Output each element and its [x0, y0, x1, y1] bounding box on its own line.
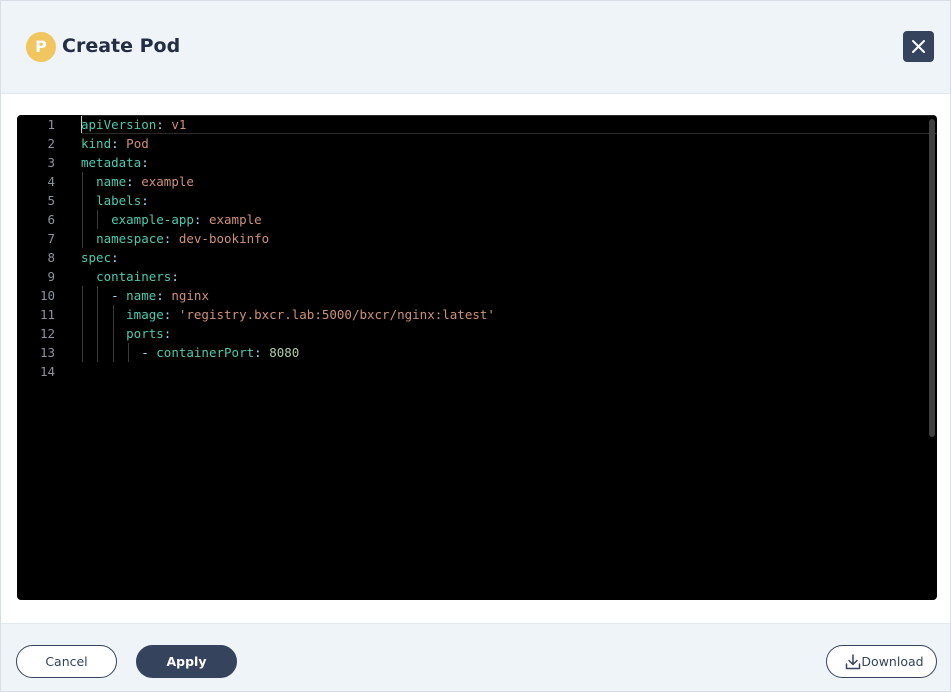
code-line[interactable]: apiVersion: v1	[81, 115, 186, 134]
code-token: name	[126, 288, 157, 303]
code-line[interactable]: ports:	[81, 324, 171, 343]
code-line[interactable]: - containerPort: 8080	[81, 343, 299, 362]
code-token: :	[254, 345, 270, 360]
code-token: :	[163, 326, 172, 341]
pod-icon: P	[26, 32, 56, 62]
code-token: apiVersion	[81, 117, 157, 132]
code-token: example-app	[111, 212, 194, 227]
code-token: containers	[96, 269, 172, 284]
line-number: 1	[47, 117, 55, 132]
download-icon	[845, 654, 861, 670]
close-button[interactable]	[903, 31, 934, 62]
code-content[interactable]: apiVersion: v1 kind: Pod metadata: name: e…	[81, 115, 927, 600]
code-token: :	[111, 136, 127, 151]
line-number: 3	[47, 155, 55, 170]
code-token: Pod	[126, 136, 149, 151]
code-token: dev-bookinfo	[178, 231, 270, 246]
code-token: 8080	[269, 345, 300, 360]
code-token: containerPort	[156, 345, 255, 360]
line-number: 4	[47, 174, 55, 189]
line-number: 2	[47, 136, 55, 151]
line-number: 5	[47, 193, 55, 208]
code-token: v1	[171, 117, 187, 132]
close-icon	[912, 40, 925, 53]
code-line[interactable]: image: 'registry.bxcr.lab:5000/bxcr/ngin…	[81, 305, 495, 324]
download-button[interactable]: Download	[826, 645, 937, 678]
line-number: 11	[39, 307, 55, 322]
code-token: :	[156, 288, 172, 303]
code-token: kind	[81, 136, 112, 151]
code-line[interactable]: name: example	[81, 172, 194, 191]
code-line[interactable]: containers:	[81, 267, 179, 286]
code-line[interactable]: example-app: example	[81, 210, 262, 229]
line-number: 7	[47, 231, 55, 246]
line-number: 12	[39, 326, 55, 341]
line-number: 8	[47, 250, 55, 265]
code-token: :	[126, 174, 142, 189]
code-line[interactable]: - name: nginx	[81, 286, 209, 305]
code-token: 'registry.bxcr.lab:5000/bxcr/nginx:lates…	[178, 307, 495, 322]
code-token: example	[141, 174, 194, 189]
code-token: name	[96, 174, 127, 189]
code-token: :	[193, 212, 209, 227]
apply-button[interactable]: Apply	[136, 645, 237, 678]
code-token: :	[156, 117, 172, 132]
code-line[interactable]: metadata:	[81, 153, 149, 172]
code-token: :	[141, 193, 149, 208]
create-pod-modal: P Create Pod 1 2 3 4 5 6 7 8 9 10 11 12 13 14 apiVers…	[0, 0, 951, 692]
code-line[interactable]: labels:	[81, 191, 149, 210]
download-label: Download	[861, 654, 924, 669]
line-number: 10	[39, 288, 55, 303]
line-number: 6	[47, 212, 55, 227]
code-token: metadata	[81, 155, 142, 170]
code-line[interactable]: spec:	[81, 248, 119, 267]
modal-header: P Create Pod	[1, 1, 950, 94]
code-token: :	[141, 155, 149, 170]
code-token: :	[163, 307, 179, 322]
code-token: :	[163, 231, 179, 246]
editor-scrollbar[interactable]	[929, 119, 935, 437]
code-token: ports	[126, 326, 164, 341]
line-number-gutter: 1 2 3 4 5 6 7 8 9 10 11 12 13 14	[17, 115, 73, 600]
code-line[interactable]: kind: Pod	[81, 134, 149, 153]
code-token: spec	[81, 250, 112, 265]
code-token: nginx	[171, 288, 209, 303]
line-number: 9	[47, 269, 55, 284]
code-token: -	[141, 345, 157, 360]
code-token: example	[208, 212, 262, 227]
code-token: -	[111, 288, 127, 303]
modal-title: Create Pod	[62, 35, 181, 57]
code-token: :	[171, 269, 179, 284]
code-token: namespace	[96, 231, 164, 246]
code-line[interactable]: namespace: dev-bookinfo	[81, 229, 269, 248]
code-token: labels	[96, 193, 142, 208]
code-token: image	[126, 307, 164, 322]
line-number: 14	[39, 364, 55, 379]
yaml-code-editor[interactable]: 1 2 3 4 5 6 7 8 9 10 11 12 13 14 apiVersion: v1 kind: …	[17, 115, 937, 600]
cancel-button[interactable]: Cancel	[16, 645, 117, 678]
modal-footer: Cancel Apply Download	[1, 623, 950, 691]
line-number: 13	[39, 345, 55, 360]
code-token: :	[111, 250, 119, 265]
